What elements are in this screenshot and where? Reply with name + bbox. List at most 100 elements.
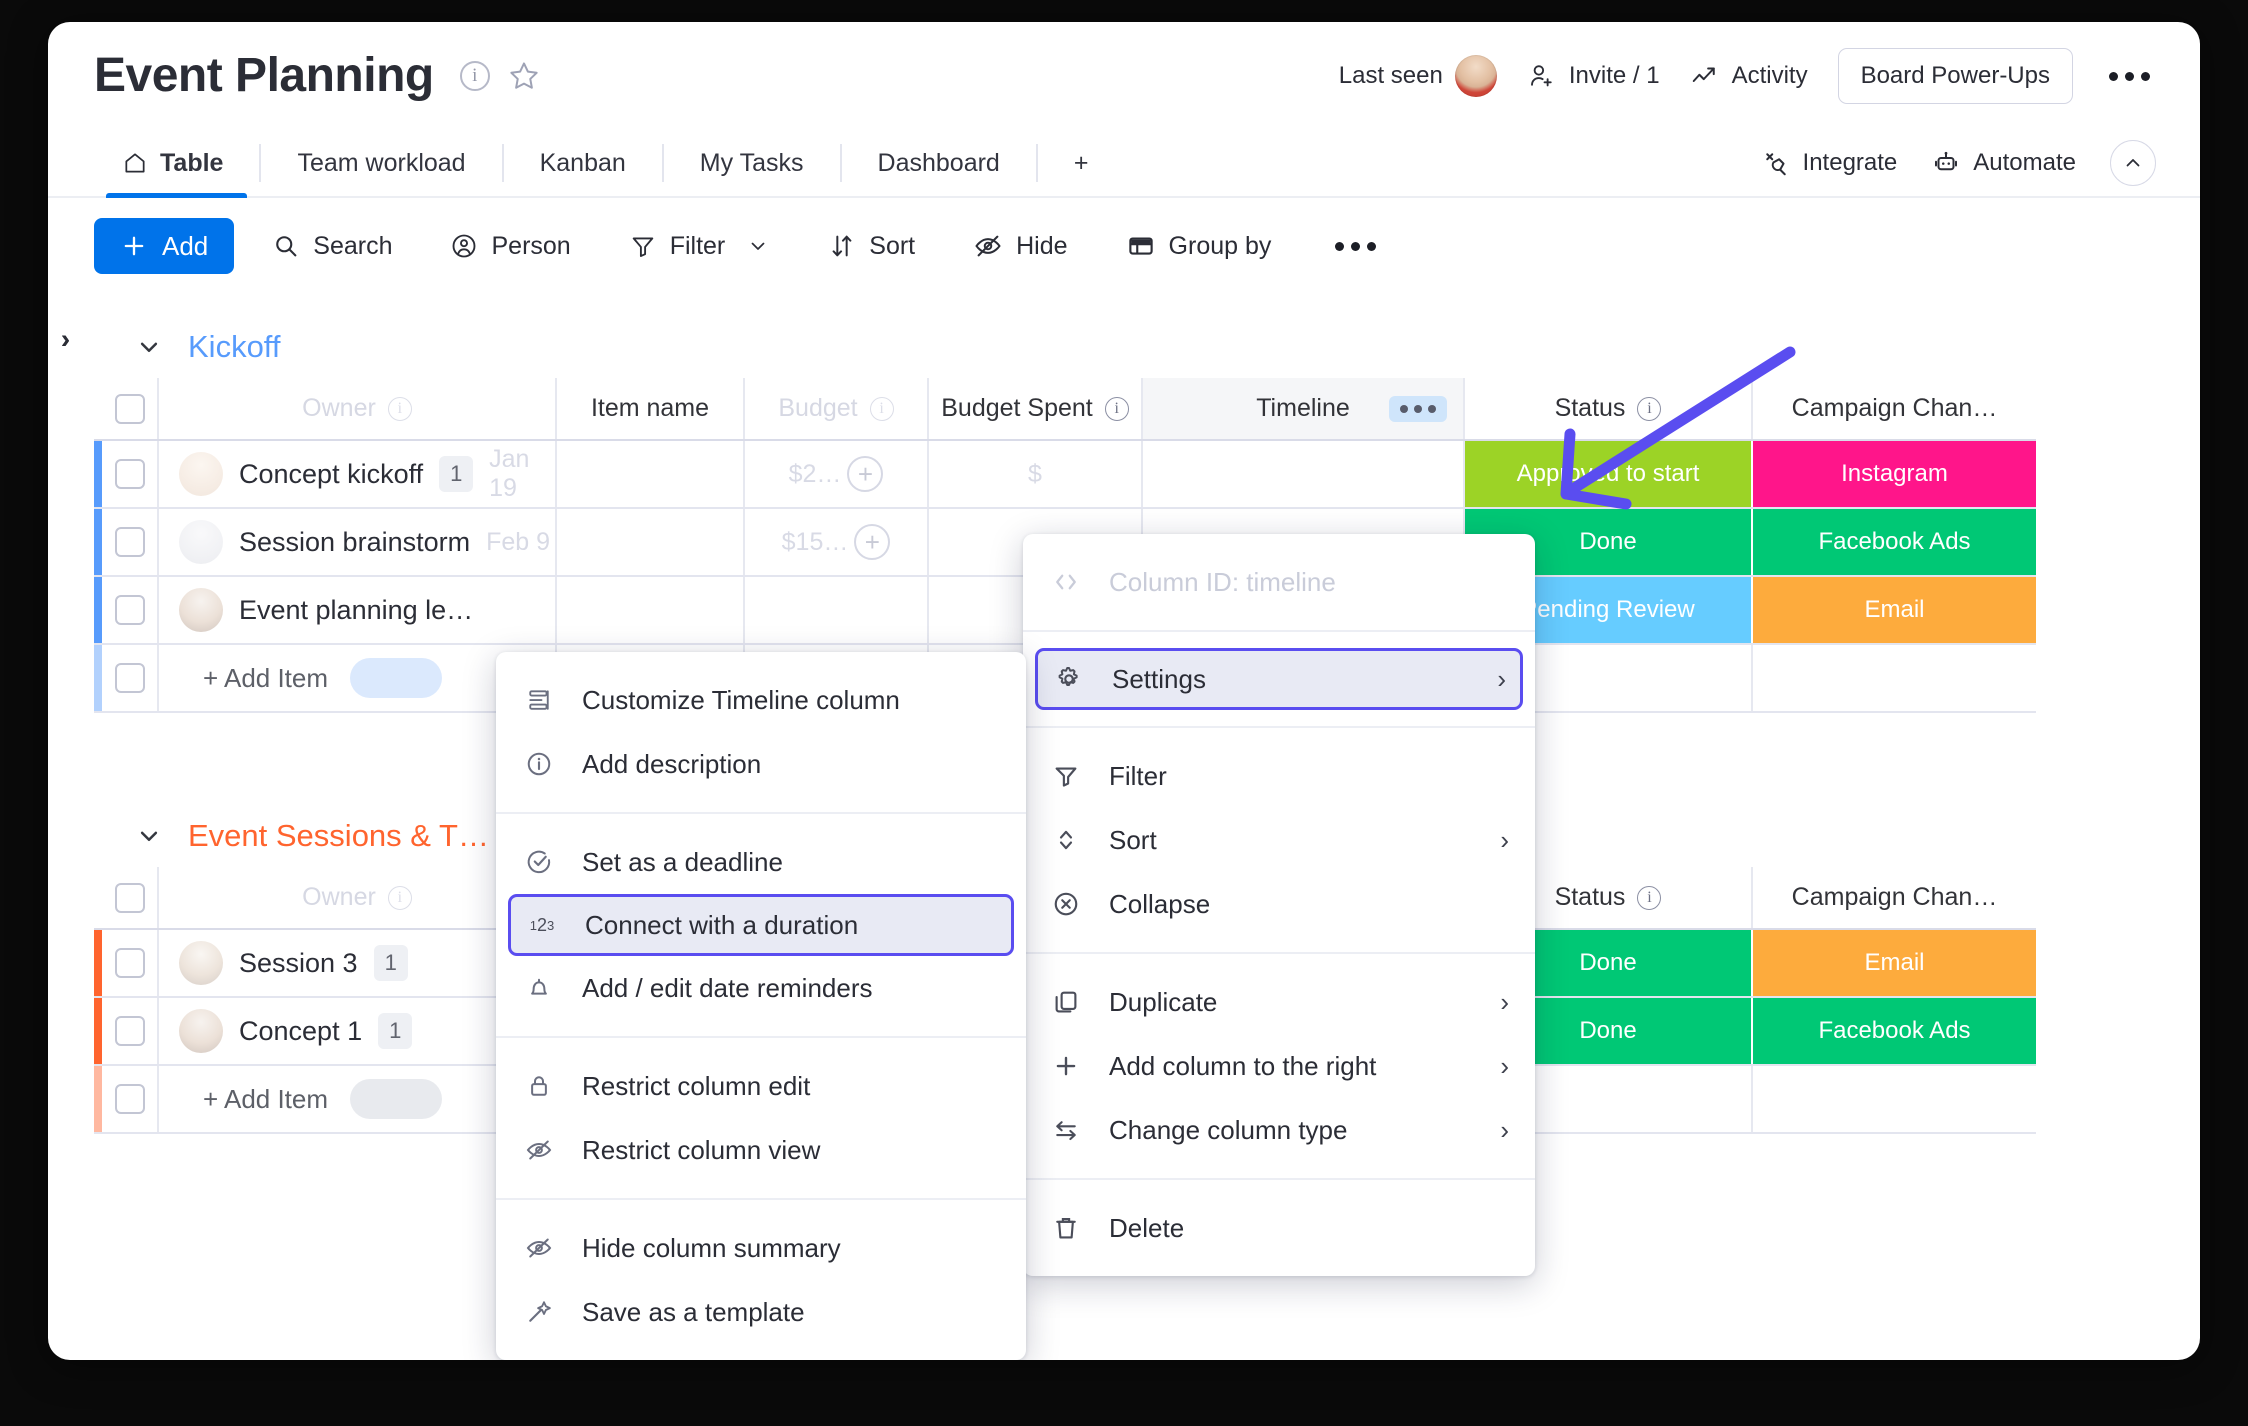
column-header-campaign-channel[interactable]: Campaign Chan… bbox=[1752, 867, 2036, 930]
owner-avatar[interactable] bbox=[179, 520, 223, 564]
tab-kanban[interactable]: Kanban bbox=[504, 130, 662, 196]
timeline-column-menu-button[interactable] bbox=[1389, 395, 1447, 422]
budget-spent-cell[interactable]: $ bbox=[928, 440, 1143, 509]
add-button[interactable]: Add bbox=[94, 218, 235, 274]
group-title[interactable]: Kickoff bbox=[188, 329, 280, 365]
menu-item-set-as-deadline[interactable]: Set as a deadline bbox=[496, 830, 1026, 894]
menu-item-add-edit-date-reminders[interactable]: Add / edit date reminders bbox=[496, 956, 1026, 1020]
row-checkbox[interactable] bbox=[114, 1084, 145, 1114]
budget-cell[interactable]: $15… + bbox=[744, 508, 929, 577]
sort-button[interactable]: Sort bbox=[808, 222, 935, 271]
avatar[interactable] bbox=[1454, 55, 1497, 97]
group-by-button[interactable]: Group by bbox=[1106, 221, 1292, 271]
tab-my-tasks[interactable]: My Tasks bbox=[664, 130, 840, 196]
column-header-owner[interactable]: Owner i bbox=[158, 378, 557, 441]
owner-cell[interactable]: Event planning le… bbox=[158, 576, 557, 645]
app-window: Event Planning i Last seen Invite / 1 Ac… bbox=[48, 22, 2200, 1360]
menu-item-restrict-column-edit[interactable]: Restrict column edit bbox=[496, 1054, 1026, 1118]
menu-item-hide-column-summary[interactable]: Hide column summary bbox=[496, 1216, 1026, 1280]
menu-item-change-column-type[interactable]: Change column type › bbox=[1023, 1098, 1535, 1162]
campaign-channel-cell[interactable] bbox=[1752, 644, 2036, 713]
row-checkbox[interactable] bbox=[114, 595, 145, 625]
chevron-down-icon[interactable] bbox=[134, 821, 164, 851]
owner-avatar[interactable] bbox=[179, 941, 223, 985]
tab-table[interactable]: Table bbox=[94, 130, 259, 198]
person-filter-button[interactable]: Person bbox=[430, 222, 590, 271]
row-checkbox[interactable] bbox=[114, 663, 145, 693]
owner-cell[interactable]: › Concept kickoff 1 Jan 19 bbox=[61, 324, 557, 509]
menu-item-add-description[interactable]: Add description bbox=[496, 732, 1026, 796]
add-update-icon[interactable]: + bbox=[847, 456, 884, 492]
hide-button[interactable]: Hide bbox=[953, 221, 1087, 271]
menu-item-filter[interactable]: Filter bbox=[1023, 744, 1535, 808]
search-button[interactable]: Search bbox=[252, 222, 412, 271]
menu-section-misc: Hide column summary Save as a template bbox=[496, 1198, 1026, 1360]
column-header-item-name[interactable]: Item name bbox=[556, 378, 745, 441]
group-title[interactable]: Event Sessions & T… bbox=[188, 818, 489, 854]
menu-item-duplicate[interactable]: Duplicate › bbox=[1023, 970, 1535, 1034]
item-name-cell[interactable] bbox=[556, 576, 745, 645]
owner-cell[interactable]: Session brainstorm Feb 9 bbox=[158, 508, 557, 577]
column-header-budget-spent[interactable]: Budget Spent i bbox=[928, 378, 1143, 441]
chevron-down-icon[interactable] bbox=[134, 332, 164, 362]
owner-avatar[interactable] bbox=[179, 588, 223, 632]
expand-row-icon[interactable]: › bbox=[61, 324, 70, 355]
subitem-count: 1 bbox=[373, 945, 408, 981]
menu-item-collapse[interactable]: Collapse bbox=[1023, 872, 1535, 936]
row-checkbox[interactable] bbox=[114, 1016, 145, 1046]
menu-item-restrict-column-view[interactable]: Restrict column view bbox=[496, 1118, 1026, 1182]
collapse-header-button[interactable] bbox=[2110, 140, 2156, 186]
board-more-menu-button[interactable] bbox=[2103, 66, 2156, 87]
menu-item-save-as-template[interactable]: Save as a template bbox=[496, 1280, 1026, 1344]
tab-dashboard[interactable]: Dashboard bbox=[842, 130, 1036, 196]
item-name-cell[interactable] bbox=[556, 508, 745, 577]
row-select-cell bbox=[102, 576, 159, 645]
activity-button[interactable]: Activity bbox=[1690, 61, 1808, 91]
invite-button[interactable]: Invite / 1 bbox=[1527, 61, 1660, 91]
automate-button[interactable]: Automate bbox=[1931, 148, 2076, 178]
campaign-channel-badge[interactable]: Email bbox=[1752, 929, 2036, 998]
star-icon[interactable] bbox=[508, 60, 540, 92]
column-header-status[interactable]: Status i bbox=[1464, 378, 1753, 441]
row-checkbox[interactable] bbox=[114, 948, 145, 978]
menu-item-sort[interactable]: Sort › bbox=[1023, 808, 1535, 872]
menu-item-settings[interactable]: Settings › bbox=[1035, 648, 1523, 710]
menu-item-add-column-right[interactable]: Add column to the right › bbox=[1023, 1034, 1535, 1098]
budget-cell[interactable]: $2… + bbox=[744, 440, 929, 509]
lock-icon bbox=[522, 1071, 556, 1101]
column-label: Timeline bbox=[1256, 394, 1350, 422]
owner-avatar[interactable] bbox=[179, 1009, 223, 1053]
table-row[interactable]: › Concept kickoff 1 Jan 19 $2… + $ Appro… bbox=[61, 324, 2036, 509]
integrate-button[interactable]: Integrate bbox=[1761, 148, 1897, 178]
info-circle-icon bbox=[522, 749, 556, 779]
menu-item-customize-timeline-column[interactable]: Customize Timeline column bbox=[496, 668, 1026, 732]
campaign-channel-badge[interactable]: Email bbox=[1752, 576, 2036, 645]
row-checkbox[interactable] bbox=[114, 459, 145, 489]
campaign-channel-badge[interactable]: Instagram bbox=[1752, 440, 2036, 509]
timeline-cell[interactable] bbox=[1142, 440, 1465, 509]
column-header-campaign-channel[interactable]: Campaign Chan… bbox=[1752, 378, 2036, 441]
budget-cell[interactable] bbox=[744, 576, 929, 645]
board-power-ups-button[interactable]: Board Power-Ups bbox=[1837, 48, 2073, 104]
select-all-checkbox[interactable] bbox=[114, 882, 145, 913]
info-circle-icon[interactable]: i bbox=[459, 61, 490, 91]
status-badge[interactable]: Approved to start bbox=[1464, 440, 1753, 509]
campaign-channel-badge[interactable]: Facebook Ads bbox=[1752, 997, 2036, 1066]
column-header-budget[interactable]: Budget i bbox=[744, 378, 929, 441]
menu-item-delete[interactable]: Delete bbox=[1023, 1196, 1535, 1260]
add-update-icon[interactable]: + bbox=[854, 524, 891, 560]
campaign-channel-badge[interactable]: Facebook Ads bbox=[1752, 508, 2036, 577]
tab-team-workload[interactable]: Team workload bbox=[261, 130, 501, 196]
owner-avatar[interactable] bbox=[179, 452, 223, 496]
filter-icon bbox=[632, 237, 653, 257]
page-title: Event Planning bbox=[94, 49, 434, 102]
menu-item-connect-with-duration[interactable]: 123 Connect with a duration bbox=[508, 894, 1014, 956]
toolbar-more-button[interactable] bbox=[1309, 226, 1402, 267]
row-checkbox[interactable] bbox=[114, 527, 145, 557]
campaign-channel-cell[interactable] bbox=[1752, 1065, 2036, 1134]
select-all-checkbox[interactable] bbox=[114, 393, 145, 424]
item-name-cell[interactable] bbox=[556, 440, 745, 509]
add-view-button[interactable]: + bbox=[1038, 130, 1125, 196]
filter-button[interactable]: Filter bbox=[609, 222, 791, 271]
column-header-timeline[interactable]: Timeline bbox=[1142, 378, 1465, 441]
